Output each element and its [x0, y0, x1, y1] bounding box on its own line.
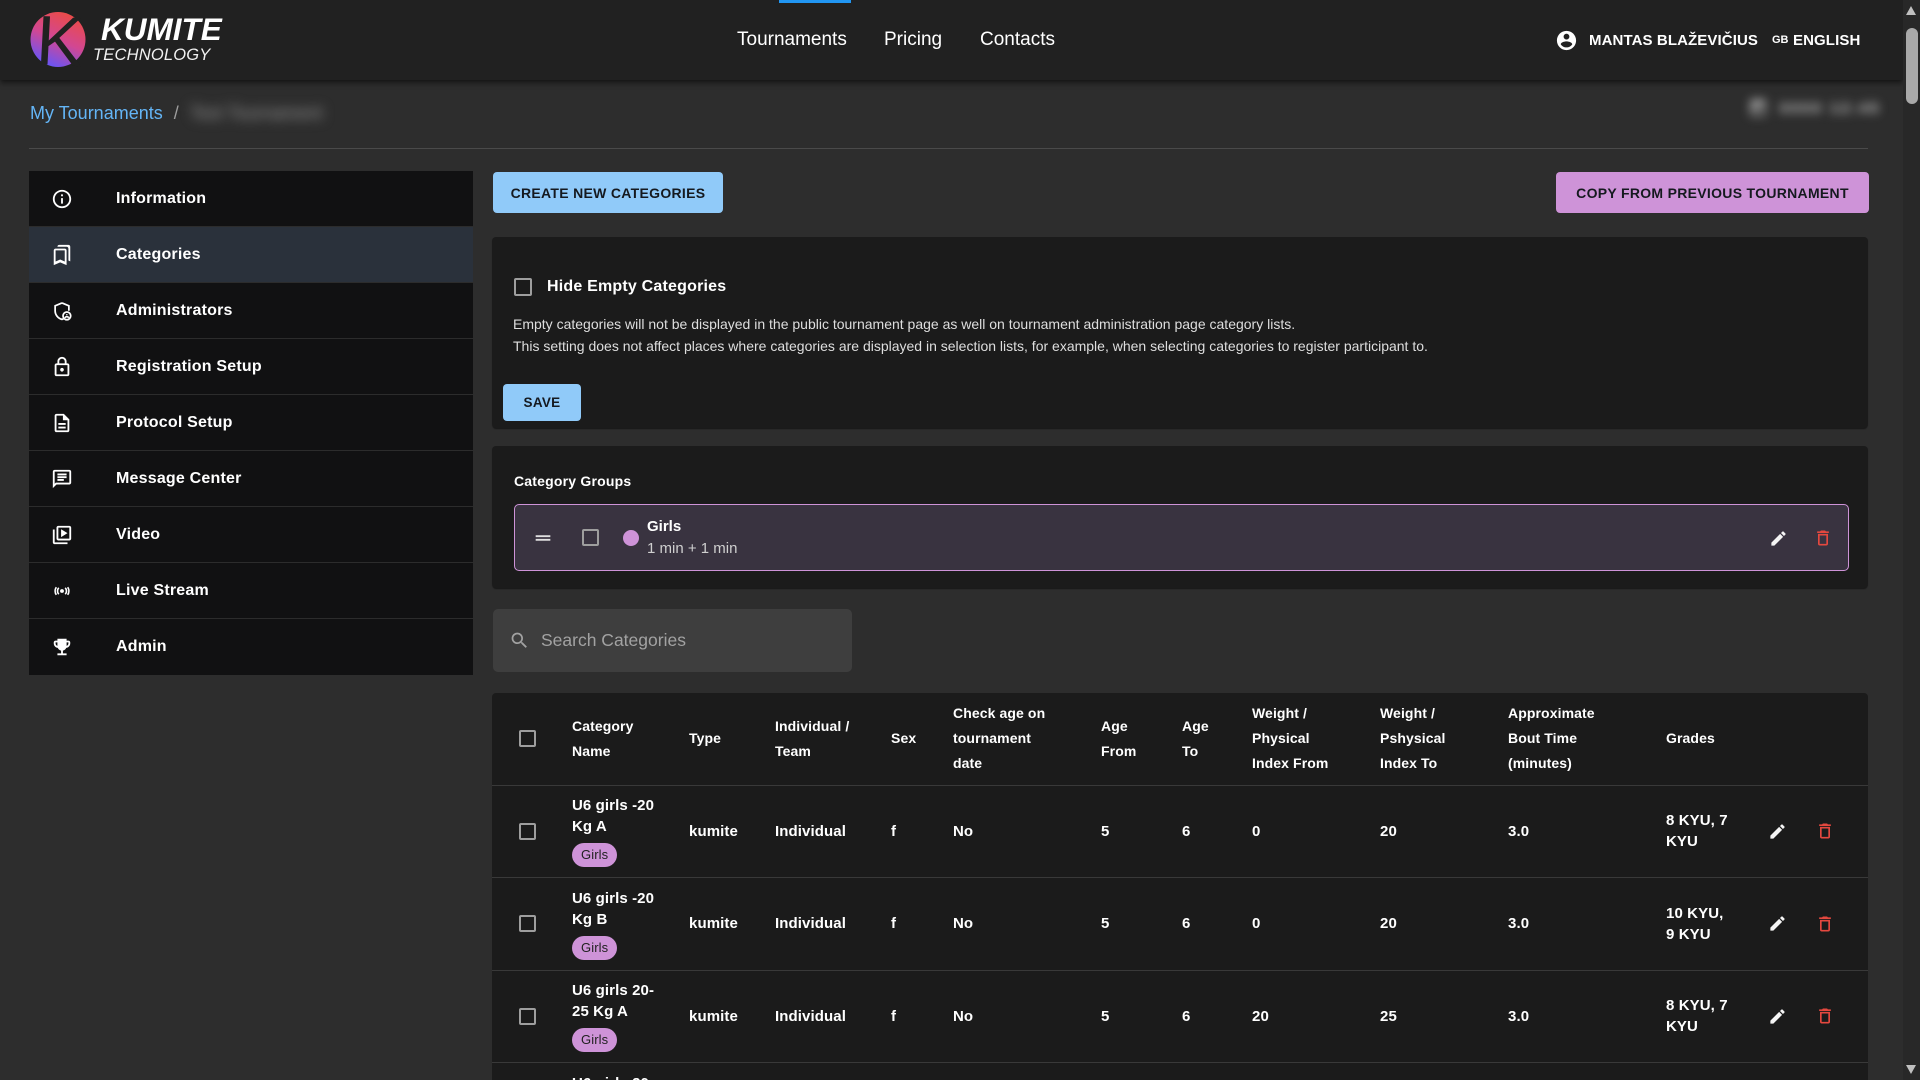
svg-text:K: K [35, 10, 86, 68]
